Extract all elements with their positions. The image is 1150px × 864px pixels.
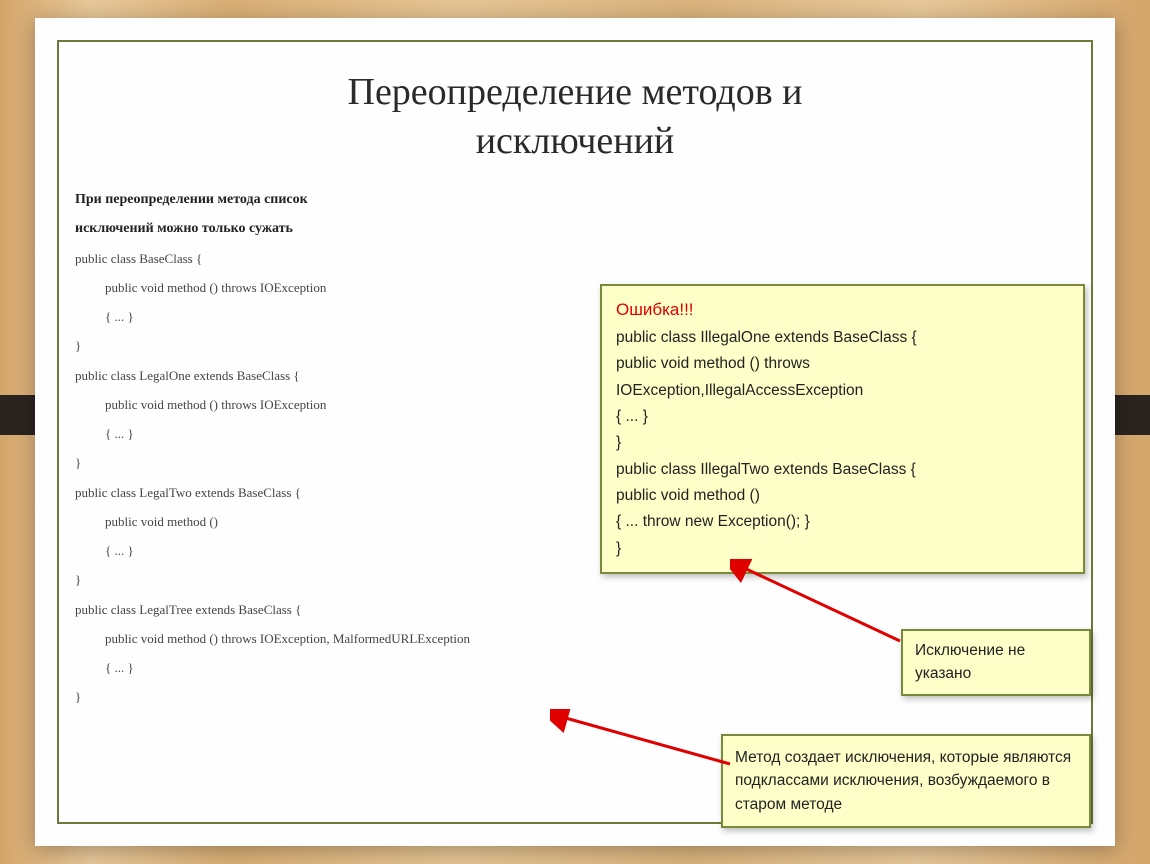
error-box: Ошибка!!! public class IllegalOne extend… [600,284,1085,574]
arrow-icon [550,709,740,774]
right-column: Ошибка!!! public class IllegalOne extend… [600,284,1085,574]
note-box-1: Исключение не указано [901,629,1091,696]
slide-card: Переопределение методов и исключений При… [35,18,1115,846]
error-label: Ошибка!!! [616,296,1069,325]
arrow-icon [730,559,910,649]
note-box-2: Метод создает исключения, которые являют… [721,734,1091,828]
